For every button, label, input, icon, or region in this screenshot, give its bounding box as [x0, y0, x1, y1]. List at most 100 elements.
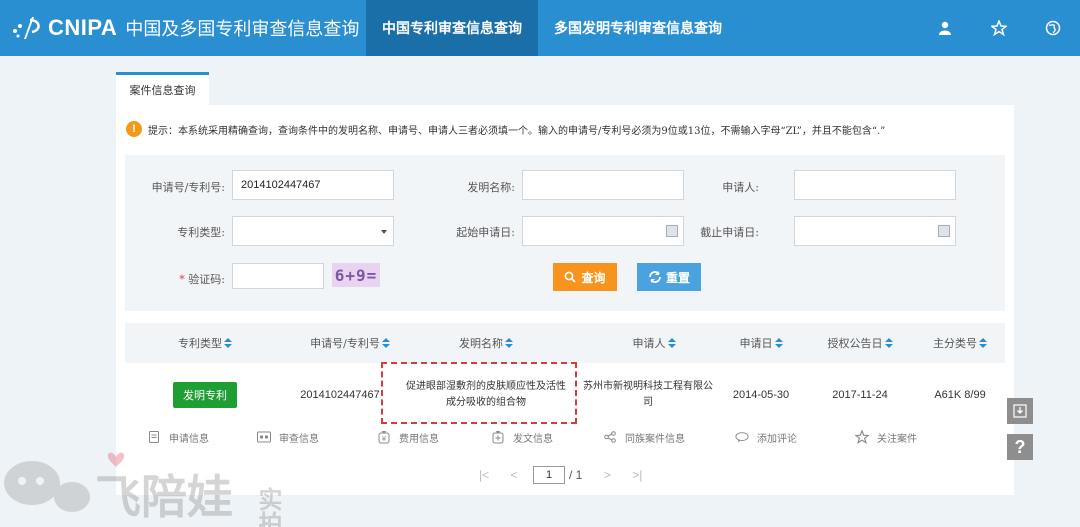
col-header-app-date-label: 申请日: [739, 337, 773, 350]
download-button[interactable]: [1007, 398, 1033, 424]
col-header-title-label: 发明名称: [459, 337, 503, 350]
applicant-line-1: 苏州市新视明科技工程有限公: [583, 381, 713, 392]
highlight-annotation: [381, 362, 577, 424]
captcha-image[interactable]: 6+9=: [332, 263, 380, 287]
user-icon[interactable]: [918, 0, 972, 56]
results-table-header: 专利类型 申请号/专利号 发明名称 申请人 申请日 授权公告日 主分类号: [125, 323, 1005, 363]
cell-ipc: A61K 8/99: [934, 389, 986, 401]
next-page-button[interactable]: >: [592, 468, 622, 482]
star-outline-icon: [855, 430, 869, 444]
cell-app-date: 2014-05-30: [732, 389, 790, 401]
warning-icon: !: [126, 121, 142, 137]
col-header-app-no[interactable]: 申请号/专利号: [285, 323, 415, 363]
page-number-input[interactable]: 1: [533, 466, 565, 484]
type-select[interactable]: [232, 216, 394, 246]
main-panel: ! 提示：本系统采用精确查询，查询条件中的发明名称、申请号、申请人三者必须填一个…: [116, 105, 1014, 495]
reset-button[interactable]: 重置: [637, 263, 701, 291]
col-header-type-label: 专利类型: [178, 337, 222, 350]
globe-icon[interactable]: [1026, 0, 1080, 56]
col-header-ipc[interactable]: 主分类号: [915, 323, 1005, 363]
watermark-logo: 飞陪娃 实拍: [0, 445, 320, 527]
search-button-label: 查询: [581, 270, 606, 285]
captcha-input[interactable]: [232, 263, 324, 289]
notice-bar: ! 提示：本系统采用精确查询，查询条件中的发明名称、申请号、申请人三者必须填一个…: [126, 121, 885, 137]
col-header-applicant[interactable]: 申请人: [589, 323, 719, 363]
captcha-label: * 验证码:: [125, 271, 225, 287]
refresh-icon: [649, 271, 661, 283]
col-header-app-no-label: 申请号/专利号: [310, 337, 380, 350]
type-label: 专利类型:: [177, 226, 225, 239]
action-follow-case[interactable]: 关注案件: [855, 427, 917, 447]
action-fee-info[interactable]: ¥ 费用信息: [377, 427, 439, 447]
cell-app-no[interactable]: 2014102447467: [285, 363, 395, 427]
last-page-button[interactable]: >|: [622, 468, 652, 482]
calendar-icon[interactable]: [938, 225, 950, 237]
end-date-label: 截止申请日:: [700, 226, 759, 239]
col-header-grant-date-label: 授权公告日: [827, 337, 883, 350]
cell-applicant: 苏州市新视明科技工程有限公 司: [577, 363, 719, 427]
action-dispatch-info-label: 发文信息: [513, 433, 553, 445]
help-button[interactable]: ?: [1007, 434, 1033, 460]
tab-china-patent[interactable]: 中国专利审查信息查询: [366, 0, 538, 56]
brand-name: CNIPA: [48, 15, 118, 40]
col-header-applicant-label: 申请人: [632, 337, 666, 350]
action-add-comment[interactable]: 添加评论: [735, 427, 797, 447]
action-dispatch-info[interactable]: 发文信息: [491, 427, 553, 447]
action-fee-info-label: 费用信息: [399, 433, 439, 445]
cell-type: 发明专利: [145, 363, 265, 427]
required-mark: *: [179, 273, 185, 286]
sort-icon: [224, 338, 232, 348]
search-button[interactable]: 查询: [553, 263, 617, 291]
applicant-input[interactable]: [794, 170, 956, 200]
applicant-line-2: 司: [643, 397, 653, 408]
col-header-app-date[interactable]: 申请日: [711, 323, 811, 363]
action-application-info-label: 申请信息: [169, 433, 209, 445]
search-form: 申请号/专利号: 2014102447467 发明名称: 申请人: 专利类型: …: [125, 155, 1005, 311]
tab-case-info-query[interactable]: 案件信息查询: [116, 72, 209, 105]
start-date-label: 起始申请日:: [456, 226, 515, 239]
chevron-down-icon: [381, 230, 387, 234]
search-icon: [565, 271, 577, 283]
reset-button-label: 重置: [665, 270, 690, 285]
title-label: 发明名称:: [467, 181, 515, 194]
notice-text: 提示：本系统采用精确查询，查询条件中的发明名称、申请号、申请人三者必须填一个。输…: [148, 125, 886, 137]
col-header-title[interactable]: 发明名称: [421, 323, 551, 363]
app-no-input[interactable]: 2014102447467: [232, 170, 394, 200]
watermark-text: 飞陪娃: [95, 470, 233, 524]
comment-icon: [735, 430, 749, 444]
brand-subtitle: 中国及多国专利审查信息查询: [125, 19, 360, 40]
applicant-label: 申请人:: [722, 181, 759, 194]
col-header-grant-date[interactable]: 授权公告日: [805, 323, 915, 363]
download-icon: [1013, 404, 1027, 418]
share-icon: [603, 430, 617, 444]
row-actions: 申请信息 审查信息 ¥ 费用信息 发文信息 同族案件信息 添加评论 关注案件: [125, 427, 1005, 447]
site-logo[interactable]: CNIPA 中国及多国专利审查信息查询: [0, 0, 366, 56]
watermark-subtext: 实拍: [254, 486, 282, 527]
sort-icon: [979, 338, 987, 348]
action-review-info[interactable]: 审查信息: [257, 427, 319, 447]
sort-icon: [505, 338, 513, 348]
money-bag-icon: ¥: [377, 430, 391, 444]
col-header-type[interactable]: 专利类型: [145, 323, 265, 363]
patent-type-badge[interactable]: 发明专利: [173, 382, 237, 408]
stamp-icon: [491, 430, 505, 444]
sort-icon: [774, 338, 783, 348]
col-header-ipc-label: 主分类号: [933, 337, 977, 350]
sort-icon: [884, 338, 893, 348]
document-icon: [147, 430, 161, 444]
end-date-input[interactable]: [794, 216, 956, 246]
action-family-info[interactable]: 同族案件信息: [603, 427, 685, 447]
pagination: |< < 1 / 1 > >|: [469, 463, 652, 487]
star-icon[interactable]: [972, 0, 1026, 56]
tab-multi-country-patent[interactable]: 多国发明专利审查信息查询: [538, 0, 738, 56]
action-add-comment-label: 添加评论: [757, 433, 797, 445]
app-no-label: 申请号/专利号:: [151, 181, 225, 194]
sort-icon: [381, 338, 390, 348]
cnipa-logo-icon: [10, 14, 44, 42]
first-page-button[interactable]: |<: [469, 468, 499, 482]
action-application-info[interactable]: 申请信息: [147, 427, 209, 447]
top-header: CNIPA 中国及多国专利审查信息查询 中国专利审查信息查询 多国发明专利审查信…: [0, 0, 1080, 56]
captcha-label-text: 验证码:: [188, 273, 225, 286]
prev-page-button[interactable]: <: [499, 468, 529, 482]
sort-icon: [667, 338, 676, 348]
